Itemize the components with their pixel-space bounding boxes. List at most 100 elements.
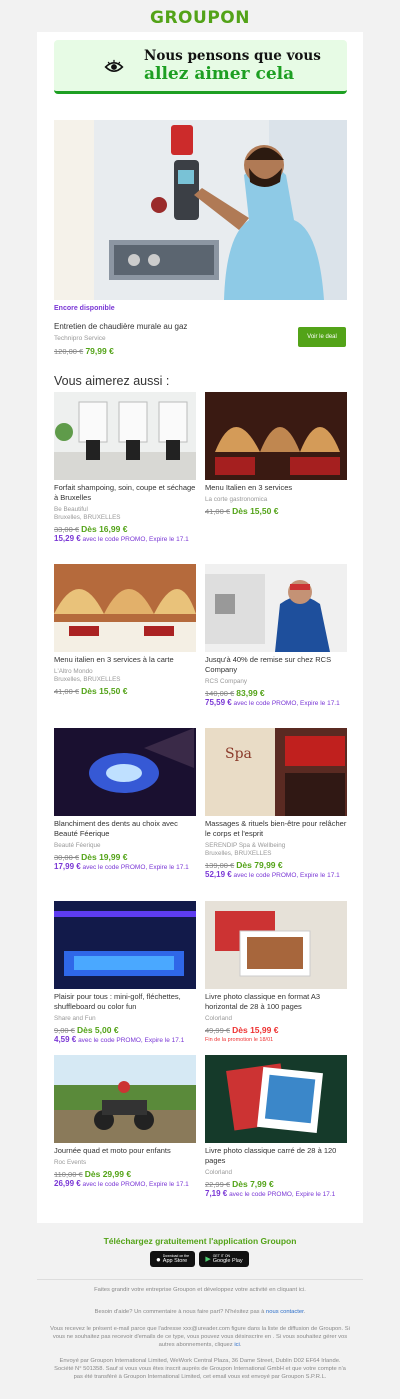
deal-image-italian[interactable] [54,564,196,652]
deal-image-technician[interactable] [205,564,347,652]
deal-image-quad[interactable] [54,1055,196,1143]
deal-tile[interactable]: Spa Massages & rituels bien-être pour re… [205,728,347,881]
footer-legal-1: Vous recevez le présent e-mail parce que… [50,1326,350,1348]
deal-promo-price: 7,19 € [205,1189,228,1198]
deal-old-price: 49,99 € [205,1026,231,1035]
footer-legal-text: Vous recevez le présent e-mail parce que… [50,1326,350,1348]
deal-tile[interactable]: Menu italien en 3 services à la carte L'… [54,564,196,696]
deal-tile[interactable]: Forfait shampoing, soin, coupe et séchag… [54,392,196,545]
deal-title[interactable]: Blanchiment des dents au choix avec Beau… [54,819,196,839]
google-play-button[interactable]: ▶ GET IT ON Google Play [199,1251,249,1267]
hero-deal-title[interactable]: Entretien de chaudière murale au gaz [54,322,187,331]
deal-old-price: 9,00 € [54,1026,75,1035]
footer-divider [37,1279,363,1280]
banner-heading-line1: Nous pensons que vous [144,48,321,64]
deal-old-price: 41,00 € [205,507,231,516]
deal-old-price: 139,00 € [205,861,235,870]
deal-tile[interactable]: Jusqu'à 40% de remise sur chez RCS Compa… [205,564,347,709]
google-play-label: Google Play [212,1258,243,1264]
deal-promo-price: 15,29 € [54,534,81,543]
footer-help: Besoin d'aide? Un commentaire à nous fai… [94,1309,306,1315]
contact-link[interactable]: nous contacter [266,1309,304,1315]
deal-merchant: Beauté Féerique [54,842,101,849]
app-download-title: Téléchargez gratuitement l'application G… [103,1236,297,1246]
footer-grow[interactable]: Faites grandir votre entreprise Groupon … [50,1286,350,1294]
deal-promo: 52,19 € avec le code PROMO, Expire le 17… [205,870,347,881]
hero-old-price: 120,00 € [54,347,84,356]
deal-merchant: Colorland [205,1015,232,1022]
deal-title[interactable]: Plaisir pour tous : mini-golf, fléchette… [54,992,196,1012]
promo-end-note: Fin de la promotion le 18/01 [205,1037,274,1043]
deal-image-minigolf[interactable] [54,901,196,989]
deal-promo-text: avec le code PROMO, Expire le 17.1 [78,1037,185,1044]
deal-title[interactable]: Livre photo classique carré de 28 à 120 … [205,1146,347,1166]
deal-merchant: Share and Fun [54,1015,96,1022]
deal-tile[interactable]: Blanchiment des dents au choix avec Beau… [54,728,196,873]
deal-image-teeth[interactable] [54,728,196,816]
deal-tile[interactable]: Journée quad et moto pour enfants Roc Ev… [54,1055,196,1190]
deal-promo-price: 4,59 € [54,1035,77,1044]
deal-image-photobook-square[interactable] [205,1055,347,1143]
deal-new-price: 83,99 € [236,688,265,698]
deal-title[interactable]: Menu italien en 3 services à la carte [54,655,196,665]
deal-old-price: 110,00 € [54,1170,83,1179]
play-icon: ▶ [205,1256,211,1263]
deal-merchant: Roc Events [54,1159,87,1166]
deal-image-salon[interactable] [54,392,196,480]
deal-title[interactable]: Journée quad et moto pour enfants [54,1146,196,1156]
deal-image-restaurant[interactable] [205,392,347,480]
deal-new-price: Dès 29,99 € [84,1169,132,1179]
recommendation-banner: Nous pensons que vous allez aimer cela [54,40,347,94]
deal-promo-text: avec le code PROMO, Expire le 17.1 [233,700,340,707]
deal-promo: 26,99 € avec le code PROMO, Expire le 17… [54,1179,196,1190]
deal-title[interactable]: Massages & rituels bien-être pour relâch… [205,819,347,839]
hero-deal-image[interactable] [54,120,347,300]
deal-merchant: Colorland [205,1169,232,1176]
deal-tile[interactable]: Livre photo classique carré de 28 à 120 … [205,1055,347,1200]
apple-icon: ● [155,1254,161,1264]
footer-help-text: Besoin d'aide? Un commentaire à nous fai… [94,1309,265,1315]
deal-old-price: 30,00 € [54,853,80,862]
deal-title[interactable]: Jusqu'à 40% de remise sur chez RCS Compa… [205,655,347,675]
deal-promo-text: avec le code PROMO, Expire le 17.1 [82,1181,189,1188]
app-store-button[interactable]: ● Download on the App Store [150,1251,195,1267]
deal-merchant: La corte gastronomica [205,496,268,503]
view-deal-button[interactable]: Voir le deal [298,327,346,347]
deal-merchant: SERENDIP Spa & Wellbeing [205,842,286,849]
availability-label: Encore disponible [54,305,115,312]
deal-new-price: Dès 16,99 € [81,524,128,534]
svg-text:Spa: Spa [225,746,252,762]
deal-old-price: 22,99 € [205,1180,231,1189]
deal-promo: 7,19 € avec le code PROMO, Expire le 17.… [205,1189,347,1200]
banner-heading-line2: allez aimer cela [144,64,295,84]
deal-promo-price: 52,19 € [205,870,232,879]
deal-tile[interactable]: Menu Italien en 3 services La corte gast… [205,392,347,516]
hero-prices: 120,00 € 79,99 € [54,346,114,356]
deal-new-price: Dès 19,99 € [81,852,128,862]
eye-icon [104,59,124,72]
deal-promo-text: avec le code PROMO, Expire le 17.1 [229,1191,336,1198]
deal-promo-price: 17,99 € [54,862,81,871]
deal-promo-text: avec le code PROMO, Expire le 17.1 [82,864,189,871]
deal-image-spa[interactable]: Spa [205,728,347,816]
manage-subscriptions-link[interactable]: ici [234,1342,239,1348]
deal-new-price: Dès 79,99 € [236,860,283,870]
deal-location: Bruxelles, BRUXELLES [54,676,121,683]
app-store-label: App Store [162,1258,188,1264]
deal-merchant: L'Altro Mondo [54,668,93,675]
deal-image-photobook[interactable] [205,901,347,989]
deal-old-price: 41,00 € [54,687,80,696]
groupon-logo[interactable]: GROUPON [0,0,400,32]
deal-tile[interactable]: Livre photo classique en format A3 horiz… [205,901,347,1043]
deal-merchant: Be Beautiful [54,506,88,513]
deal-new-price: Dès 15,50 € [81,686,128,696]
hero-new-price: 79,99 € [85,346,114,356]
deal-promo-price: 75,59 € [205,698,232,707]
deal-tile[interactable]: Plaisir pour tous : mini-golf, fléchette… [54,901,196,1046]
deal-title[interactable]: Livre photo classique en format A3 horiz… [205,992,347,1012]
deal-merchant: RCS Company [205,678,247,685]
deal-title[interactable]: Menu Italien en 3 services [205,483,347,493]
deal-new-price: Dès 5,00 € [76,1025,119,1035]
hero-merchant: Technipro Service [54,335,106,342]
deal-title[interactable]: Forfait shampoing, soin, coupe et séchag… [54,483,196,503]
